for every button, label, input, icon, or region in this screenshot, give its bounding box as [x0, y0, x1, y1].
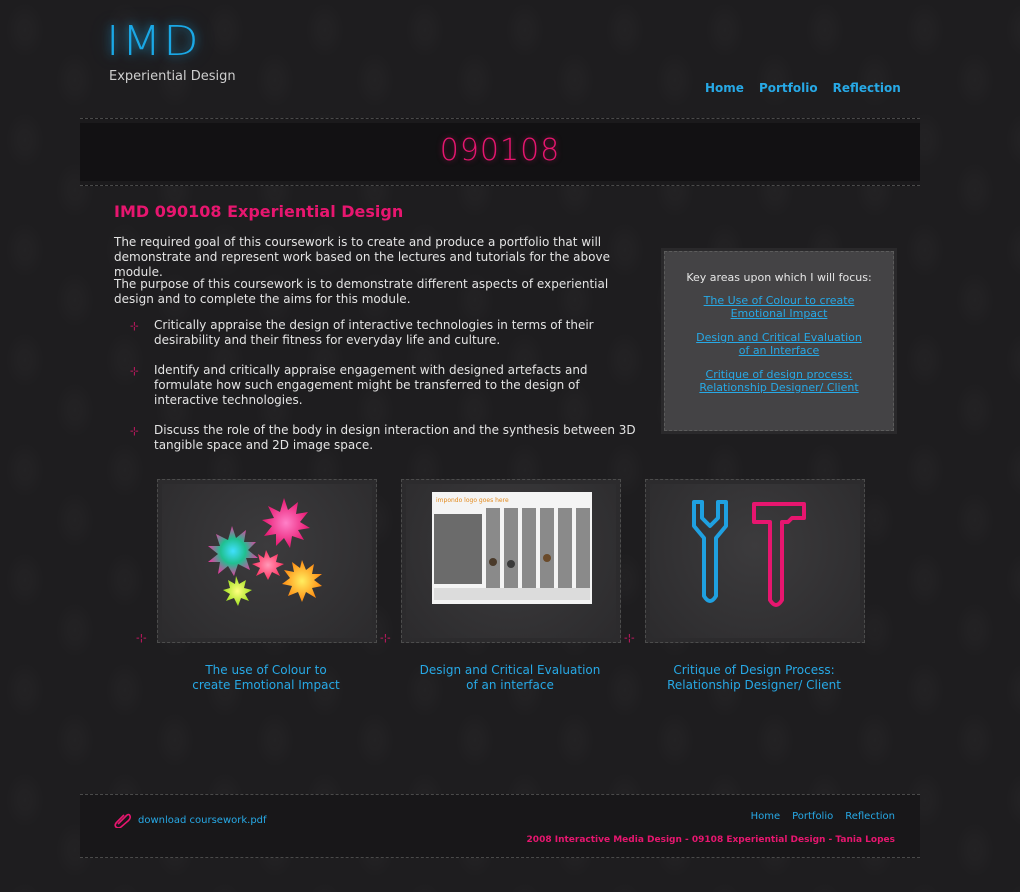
- paperclip-icon: [114, 813, 132, 828]
- card-colour-image: [162, 484, 372, 638]
- nav-reflection-link[interactable]: Reflection: [833, 81, 901, 95]
- card-critique[interactable]: [645, 479, 865, 643]
- caption-line: of an interface: [466, 678, 554, 692]
- footer-portfolio-link[interactable]: Portfolio: [792, 811, 833, 822]
- divider-marker-icon: -¦-: [380, 633, 391, 644]
- nav-portfolio-link[interactable]: Portfolio: [759, 81, 818, 95]
- copyright-text: 2008 Interactive Media Design - 09108 Ex…: [526, 835, 895, 845]
- page-banner: 090108: [80, 118, 920, 186]
- card-interface[interactable]: impondo logo goes here: [401, 479, 621, 643]
- bullet-arrow-icon: -¦-: [130, 321, 139, 332]
- wrench-icon: [692, 500, 728, 603]
- divider-marker-icon: -¦-: [136, 633, 147, 644]
- starburst-orange: [282, 560, 322, 602]
- hammer-icon: [752, 502, 806, 607]
- caption-line: Critique of Design Process:: [673, 663, 835, 677]
- starburst-multicolor: [208, 526, 258, 576]
- card-interface-image: impondo logo goes here: [406, 484, 616, 638]
- download-link[interactable]: download coursework.pdf: [138, 815, 267, 826]
- divider-marker-icon: -¦-: [624, 633, 635, 644]
- caption-line: create Emotional Impact: [192, 678, 340, 692]
- focus-link-colour[interactable]: The Use of Colour to create Emotional Im…: [665, 294, 893, 320]
- card-colour[interactable]: [157, 479, 377, 643]
- caption-line: Design and Critical Evaluation: [419, 663, 601, 677]
- page-title: IMD 090108 Experiential Design: [114, 202, 404, 221]
- bullet-arrow-icon: -¦-: [130, 366, 139, 377]
- starburst-small-pink: [252, 550, 284, 580]
- card-critique-image: [650, 484, 860, 638]
- top-navigation: Home Portfolio Reflection: [705, 81, 901, 95]
- logo-wordmark: IMD: [106, 16, 201, 65]
- intro-paragraph-1: The required goal of this coursework is …: [114, 235, 610, 279]
- banner-title: 090108: [439, 133, 561, 168]
- interface-screenshot: impondo logo goes here: [432, 492, 592, 604]
- focus-link-interface[interactable]: Design and Critical Evaluation of an Int…: [665, 331, 893, 357]
- focus-heading: Key areas upon which I will focus:: [686, 271, 872, 284]
- intro-paragraph-2: The purpose of this coursework is to dem…: [114, 277, 609, 306]
- aims-list: -¦- Critically appraise the design of in…: [130, 318, 640, 468]
- logo-subtitle: Experiential Design: [109, 69, 236, 84]
- starburst-pink: [262, 498, 310, 548]
- focus-link-critique[interactable]: Critique of design process: Relationship…: [665, 368, 893, 394]
- tools-icon: [692, 500, 806, 607]
- footer-navigation: Home Portfolio Reflection: [751, 811, 895, 822]
- nav-home-link[interactable]: Home: [705, 81, 744, 95]
- thumbnail-logo-text: impondo logo goes here: [436, 497, 509, 504]
- page-footer: download coursework.pdf Home Portfolio R…: [80, 794, 920, 858]
- focus-areas-box: Key areas upon which I will focus: The U…: [664, 251, 894, 431]
- list-item: -¦- Identify and critically appraise eng…: [130, 363, 640, 408]
- bullet-arrow-icon: -¦-: [130, 426, 139, 437]
- caption-line: The use of Colour to: [205, 663, 327, 677]
- card-colour-caption[interactable]: The use of Colour to create Emotional Im…: [157, 663, 375, 693]
- footer-home-link[interactable]: Home: [751, 811, 781, 822]
- starburst-yellow: [223, 576, 252, 606]
- card-critique-caption[interactable]: Critique of Design Process: Relationship…: [645, 663, 863, 693]
- caption-line: Relationship Designer/ Client: [667, 678, 841, 692]
- site-logo[interactable]: IMD Experiential Design: [106, 20, 246, 90]
- list-item-text: Critically appraise the design of intera…: [154, 318, 594, 347]
- footer-reflection-link[interactable]: Reflection: [845, 811, 895, 822]
- list-item: -¦- Discuss the role of the body in desi…: [130, 423, 640, 453]
- starburst-icon: [208, 498, 322, 606]
- list-item: -¦- Critically appraise the design of in…: [130, 318, 640, 348]
- list-item-text: Identify and critically appraise engagem…: [154, 363, 588, 407]
- card-interface-caption[interactable]: Design and Critical Evaluation of an int…: [401, 663, 619, 693]
- list-item-text: Discuss the role of the body in design i…: [154, 423, 636, 452]
- download-coursework: download coursework.pdf: [114, 812, 267, 828]
